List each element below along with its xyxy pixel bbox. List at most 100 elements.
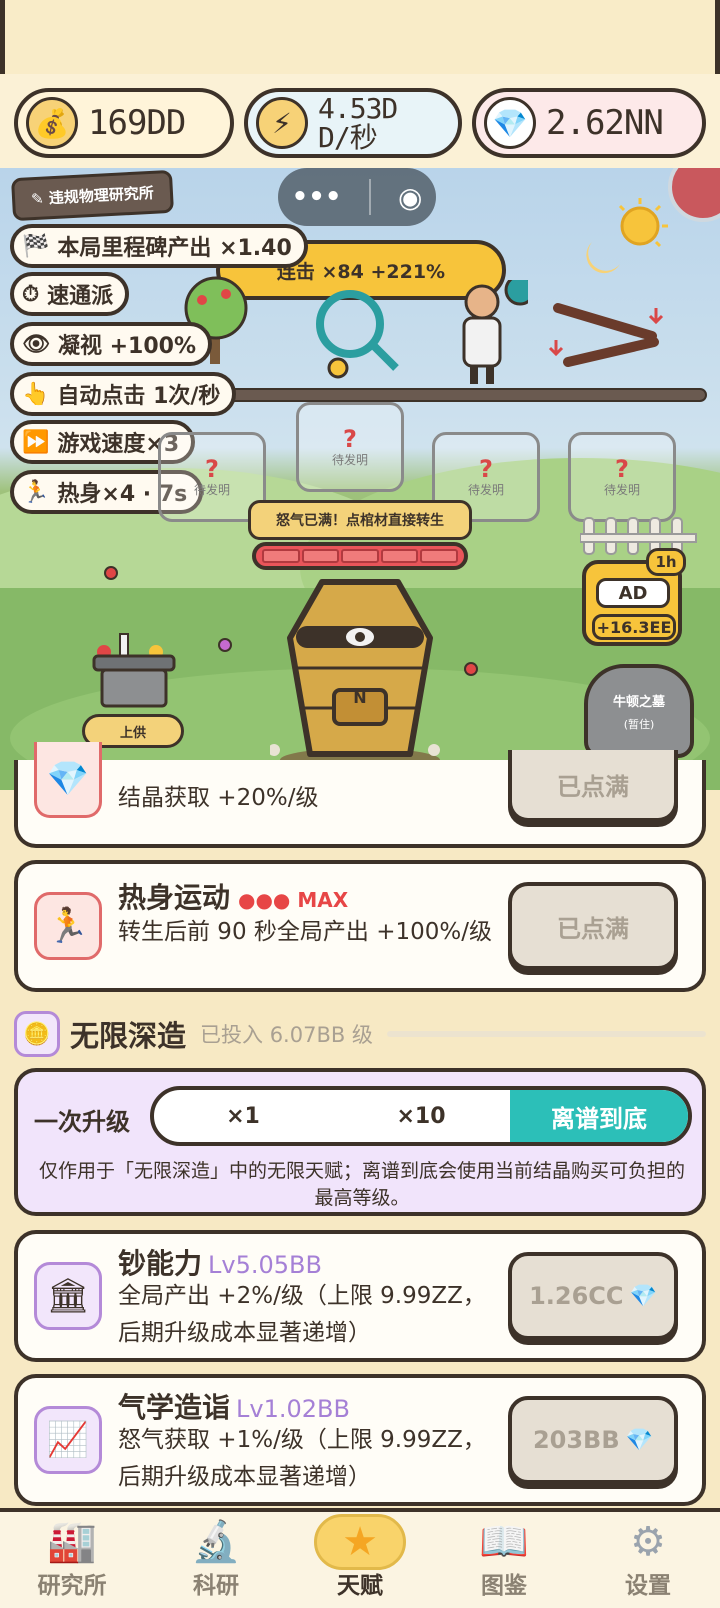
pointing-hand-icon: 👆 — [22, 381, 50, 407]
diamond-icon: 💎 — [484, 97, 536, 149]
infinite-card-qi: 📈 气学造诣 Lv1.02BB 怒气获取 +1%/级（上限 9.99ZZ，后期升级… — [14, 1374, 706, 1506]
energy-counter[interactable]: ⚡ 4.53D D/秒 — [244, 88, 462, 158]
meter-segment — [262, 549, 300, 563]
flower — [218, 638, 232, 652]
more-menu-icon[interactable]: ••• — [292, 182, 342, 212]
money-counter[interactable]: 💰 169DD — [14, 88, 234, 158]
talent-title: 气学造诣 Lv1.02BB — [118, 1391, 350, 1424]
buy-upgrade-button[interactable]: 1.26CC 💎 — [508, 1252, 678, 1340]
flower — [104, 566, 118, 580]
sun-moon-icon — [586, 198, 668, 274]
runner-icon: 🏃 — [34, 892, 102, 960]
fence — [580, 517, 697, 555]
game-scene[interactable]: ✎ 违规物理研究所 ••• ◉ 连击 ×84 +221% 🏁 本局里程碑产出 ×1… — [0, 168, 720, 790]
option-x10[interactable]: ×10 — [332, 1090, 510, 1142]
upgrade-amount-toggle[interactable]: ×1 ×10 离谱到底 — [150, 1086, 692, 1146]
trend-chart-icon: 📈 — [34, 1406, 102, 1474]
ad-cooldown-badge: 1h — [646, 548, 686, 576]
divider — [386, 1031, 706, 1037]
buff-gaze[interactable]: 👁 凝视 +100% — [10, 322, 212, 366]
talent-title: 热身运动 ●●● MAX — [118, 881, 349, 914]
gem-counter[interactable]: 💎 2.62NN — [472, 88, 706, 158]
talent-title: 钞能力 Lv5.05BB — [118, 1247, 322, 1280]
meter-segment — [420, 549, 458, 563]
invention-slot[interactable]: ? 待发明 — [296, 402, 404, 492]
factory-icon: 🏭 — [47, 1519, 97, 1565]
option-x1[interactable]: ×1 — [154, 1090, 332, 1142]
runner-icon: 🏃 — [22, 479, 50, 505]
fast-forward-icon: ⏩ — [22, 429, 50, 455]
nav-settings[interactable]: ⚙ 设置 — [576, 1512, 720, 1608]
meter-segment — [380, 549, 419, 563]
flower — [464, 662, 478, 676]
bulk-upgrade-panel: 一次升级 ×1 ×10 离谱到底 仅作用于「无限深造」中的无限天赋；离谱到底会使… — [14, 1068, 706, 1216]
stopwatch-icon: ⏱ — [22, 281, 40, 307]
invested-count: 已投入 6.07BB 级 — [200, 1023, 373, 1047]
talent-desc: 结晶获取 +20%/级 — [118, 785, 319, 811]
buff-autoclick[interactable]: 👆 自动点击 1次/秒 — [10, 372, 237, 416]
talent-card-warmup: 🏃 热身运动 ●●● MAX 转生后前 90 秒全局产出 +100%/级 已点满 — [14, 860, 706, 992]
diamond-icon: 💎 — [34, 742, 102, 818]
buff-speedrun[interactable]: ⏱ 速通派 — [10, 272, 130, 316]
infinite-section-header: 🪙 无限深造 已投入 6.07BB 级 — [14, 1010, 706, 1058]
coffin[interactable] — [270, 578, 450, 778]
ad-reward-amount: +16.3EE — [592, 614, 676, 640]
eye-icon: 👁 — [22, 331, 50, 357]
checkered-flag-icon: 🏁 — [22, 233, 50, 259]
meter-segment — [301, 549, 340, 563]
money-bag-icon: 💰 — [26, 97, 78, 149]
nav-talent[interactable]: ★ 天赋 — [288, 1512, 432, 1608]
star-icon: ★ — [342, 1519, 378, 1565]
nav-codex[interactable]: 📖 图鉴 — [432, 1512, 576, 1608]
microscope-icon: 🔬 — [191, 1519, 241, 1565]
top-band — [0, 0, 720, 74]
book-icon: 📖 — [479, 1519, 529, 1565]
section-title: 无限深造 — [70, 1019, 187, 1053]
anger-status-label: 怒气已满！点棺材直接转生 — [248, 500, 472, 540]
upgrade-label: 一次升级 — [34, 1108, 130, 1136]
magnifier-machine[interactable] — [300, 284, 410, 380]
option-max[interactable]: 离谱到底 — [510, 1090, 688, 1142]
coin-icon: 🪙 — [14, 1011, 60, 1057]
bottom-nav: 🏭 研究所 🔬 科研 ★ 天赋 📖 图鉴 ⚙ 设置 — [0, 1508, 720, 1608]
close-target-icon[interactable]: ◉ — [398, 181, 422, 214]
talent-desc: 转生后前 90 秒全局产出 +100%/级 — [118, 919, 492, 945]
lightning-icon: ⚡ — [256, 97, 308, 149]
lab-name-tag: ✎ 违规物理研究所 — [10, 169, 174, 222]
buy-upgrade-button[interactable]: 203BB 💎 — [508, 1396, 678, 1484]
anger-meter — [252, 542, 468, 570]
pencil-icon: ✎ — [30, 189, 50, 209]
tomb-subtitle: (暂住) — [623, 717, 655, 731]
maxed-button[interactable]: 已点满 — [508, 882, 678, 970]
nav-research[interactable]: 🔬 科研 — [144, 1512, 288, 1608]
seesaw-contraption — [548, 303, 664, 367]
tomb-title: 牛顿之墓 — [612, 694, 665, 710]
coffin-letter: N — [353, 688, 367, 707]
ad-label: AD — [596, 578, 670, 608]
infinite-card-money: 🏛 钞能力 Lv5.05BB 全局产出 +2%/级（上限 9.99ZZ，后期升级成… — [14, 1230, 706, 1362]
conveyor-track — [215, 388, 707, 402]
resource-bar: 💰 169DD ⚡ 4.53D D/秒 💎 2.62NN — [0, 74, 720, 168]
miniprogram-capsule[interactable]: ••• ◉ — [278, 168, 436, 226]
talent-desc: 怒气获取 +1%/级（上限 9.99ZZ，后期升级成本显著递增） — [118, 1427, 486, 1490]
maxed-button[interactable]: 已点满 — [508, 750, 678, 822]
talent-card-crystal: 💎 结晶获取 +20%/级 已点满 — [14, 742, 706, 848]
meter-segment — [341, 549, 379, 563]
bank-coin-icon: 🏛 — [34, 1262, 102, 1330]
money-value: 169DD — [88, 103, 186, 143]
talent-desc: 全局产出 +2%/级（上限 9.99ZZ，后期升级成本显著递增） — [118, 1283, 486, 1346]
diamond-icon: 💎 — [629, 1283, 657, 1309]
newton-tomb[interactable]: 牛顿之墓 (暂住) — [584, 664, 694, 758]
max-badge: ●●● MAX — [238, 888, 349, 912]
energy-value: 4.53D D/秒 — [318, 91, 398, 154]
diamond-icon: 💎 — [625, 1427, 654, 1453]
talent-level: Lv1.02BB — [236, 1395, 350, 1423]
ad-reward-box[interactable]: 1h AD +16.3EE — [582, 548, 686, 646]
upgrade-note: 仅作用于「无限深造」中的无限天赋；离谱到底会使用当前结晶购买可负担的最高等级。 — [38, 1160, 685, 1209]
altar[interactable] — [90, 624, 180, 708]
buff-milestone[interactable]: 🏁 本局里程碑产出 ×1.40 — [10, 224, 308, 268]
nav-lab[interactable]: 🏭 研究所 — [0, 1512, 144, 1608]
invention-slot[interactable]: ? 待发明 — [568, 432, 676, 522]
divider — [368, 179, 371, 215]
gem-value: 2.62NN — [546, 103, 664, 143]
